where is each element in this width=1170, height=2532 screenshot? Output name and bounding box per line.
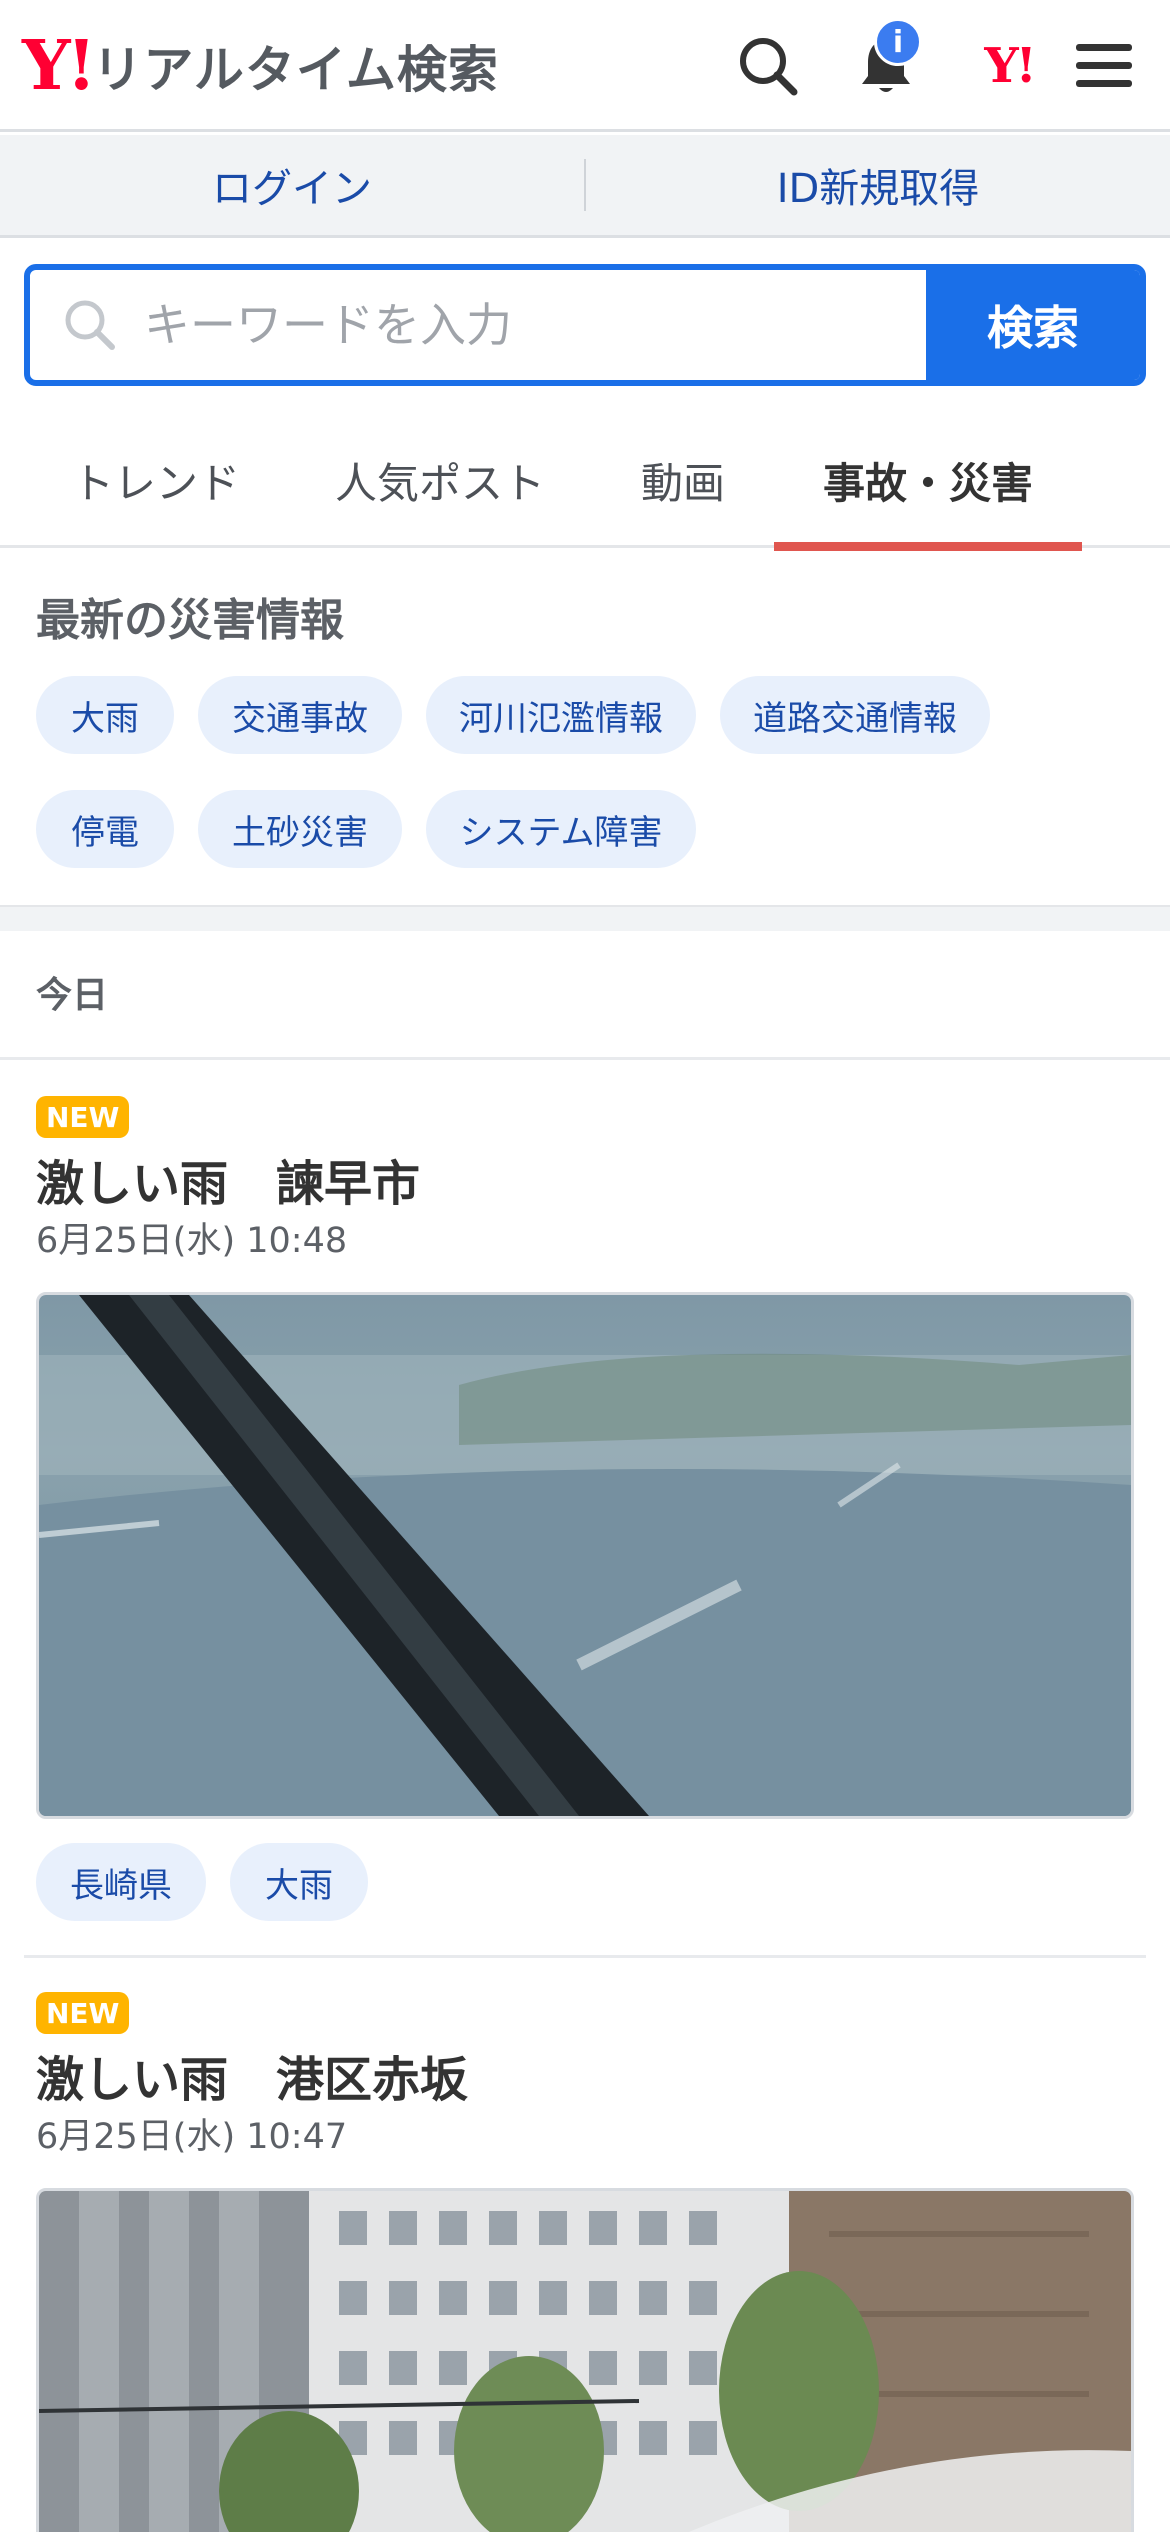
- divider: [0, 1057, 1170, 1060]
- category-tabs: トレンド 人気ポスト 動画 事故・災害: [0, 412, 1170, 551]
- menu-button[interactable]: [1066, 28, 1142, 104]
- tab-label: 人気ポスト: [334, 458, 545, 508]
- active-tab-indicator: [774, 542, 1082, 551]
- rain-windshield-image: [39, 1295, 1131, 1816]
- city-rain-image: [39, 2191, 1131, 2532]
- disaster-chip[interactable]: 停電: [36, 790, 174, 868]
- yahoo-logo-icon: Y!: [984, 38, 1036, 94]
- post-title[interactable]: 激しい雨 諫早市: [36, 1144, 420, 1214]
- logo-text: リアルタイム検索: [92, 41, 499, 99]
- disaster-chip[interactable]: 道路交通情報: [720, 676, 990, 754]
- post-video-thumbnail[interactable]: [36, 1292, 1134, 1819]
- tab-popular-posts[interactable]: 人気ポスト: [310, 412, 570, 548]
- divider: [24, 1955, 1146, 1958]
- tab-label: 事故・災害: [822, 458, 1033, 508]
- day-heading: 今日: [36, 975, 109, 1016]
- new-badge: NEW: [36, 1096, 130, 1138]
- auth-bar: ログイン ID新規取得: [0, 135, 1170, 238]
- disaster-chip[interactable]: 交通事故: [198, 676, 402, 754]
- search-input[interactable]: [144, 298, 926, 352]
- post-tag-chip[interactable]: 大雨: [230, 1843, 368, 1921]
- disaster-chip[interactable]: システム障害: [426, 790, 696, 868]
- notification-badge: i: [874, 18, 922, 66]
- search-form: 検索: [24, 264, 1146, 386]
- post-timestamp: 6月25日(水) 10:47: [36, 2117, 348, 2157]
- post-tag-chip[interactable]: 長崎県: [36, 1843, 206, 1921]
- notification-button[interactable]: i: [848, 18, 924, 104]
- tab-video[interactable]: 動画: [608, 412, 758, 548]
- disaster-chip[interactable]: 大雨: [36, 676, 174, 754]
- app-header: Y! リアルタイム検索 i Y!: [0, 0, 1170, 132]
- search-icon-button[interactable]: [730, 28, 806, 104]
- yahoo-realtime-logo[interactable]: Y! リアルタイム検索: [22, 30, 499, 102]
- search-field-wrap: [30, 270, 926, 380]
- tab-label: 動画: [640, 458, 725, 508]
- section-divider: [0, 905, 1170, 931]
- tab-accident-disaster[interactable]: 事故・災害: [774, 412, 1082, 551]
- search-icon: [65, 300, 115, 350]
- hamburger-menu-icon: [1076, 44, 1132, 87]
- logo-mark: Y!: [22, 26, 96, 106]
- disaster-chip[interactable]: 土砂災害: [198, 790, 402, 868]
- disaster-section-title: 最新の災害情報: [36, 595, 344, 646]
- tab-label: トレンド: [71, 458, 240, 508]
- post-video-thumbnail[interactable]: [36, 2188, 1134, 2532]
- tab-trend[interactable]: トレンド: [36, 412, 276, 548]
- post-title[interactable]: 激しい雨 港区赤坂: [36, 2040, 468, 2110]
- search-button[interactable]: 検索: [926, 270, 1140, 380]
- signup-link[interactable]: ID新規取得: [586, 156, 1170, 214]
- post-timestamp: 6月25日(水) 10:48: [36, 1221, 348, 1261]
- search-icon: [740, 38, 798, 96]
- login-link[interactable]: ログイン: [0, 156, 584, 214]
- new-badge: NEW: [36, 1992, 130, 2034]
- yahoo-home-link[interactable]: Y!: [966, 28, 1052, 104]
- disaster-chip[interactable]: 河川氾濫情報: [426, 676, 696, 754]
